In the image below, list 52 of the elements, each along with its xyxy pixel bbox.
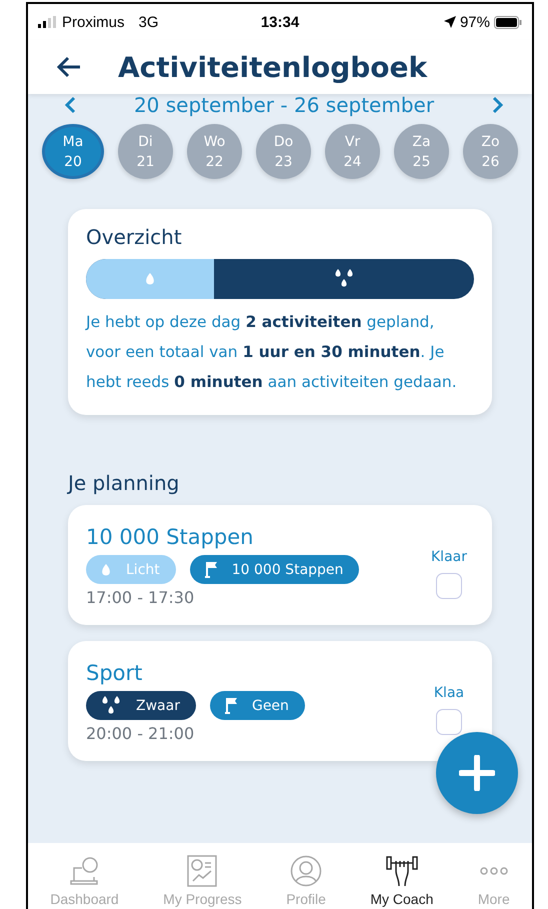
- day-button[interactable]: Ma 20: [42, 124, 104, 179]
- drops-icon: [100, 694, 122, 716]
- tab-bar-item[interactable]: Profile: [282, 855, 330, 907]
- drop-icon: [144, 271, 156, 287]
- signal-icon: [38, 16, 56, 28]
- tab-bar-item[interactable]: More: [474, 855, 514, 907]
- done-label: Klaa: [434, 685, 464, 701]
- drop-icon: [100, 562, 112, 578]
- overview-title: Overzicht: [86, 225, 183, 249]
- goal-tag: Geen: [210, 691, 305, 720]
- clock: 13:34: [260, 14, 300, 30]
- tab-bar-item[interactable]: My Coach: [366, 855, 438, 907]
- week-range: 20 september - 26 september: [134, 93, 434, 117]
- activity-card[interactable]: 10 000 Stappen Licht 10 000 Stappen 17:00 - 17:30 Klaar: [68, 505, 492, 625]
- activity-title: 10 000 Stappen: [86, 525, 254, 549]
- location-arrow-icon: [444, 16, 456, 28]
- profile-icon: [290, 855, 322, 887]
- overview-text: Je hebt op deze dag 2 activiteiten gepland, voor een totaal van 1 uur en 30 minuten. Je hebt reeds 0 minuten aan activiteiten gedaan.: [86, 312, 458, 393]
- day-button[interactable]: Do 23: [256, 124, 311, 179]
- day-button[interactable]: Wo 22: [187, 124, 242, 179]
- activity-title: Sport: [86, 661, 144, 685]
- day-button[interactable]: Di 21: [118, 124, 173, 179]
- day-button[interactable]: Za 25: [394, 124, 449, 179]
- activity-time: 20:00 - 21:00: [86, 724, 196, 743]
- network-type: 3G: [138, 14, 159, 30]
- next-week-icon[interactable]: [492, 96, 504, 114]
- tab-bar-item[interactable]: Dashboard: [46, 855, 123, 907]
- more-icon: [480, 867, 508, 875]
- planning-title: Je planning: [68, 471, 180, 495]
- carrier-name: Proximus: [62, 14, 125, 30]
- battery-icon: [494, 16, 522, 28]
- day-button[interactable]: Vr 24: [325, 124, 380, 179]
- activity-time: 17:00 - 17:30: [86, 588, 196, 607]
- done-label: Klaar: [431, 549, 467, 565]
- goal-tag: 10 000 Stappen: [190, 555, 360, 584]
- flag-icon: [204, 560, 218, 578]
- day-button[interactable]: Zo 26: [463, 124, 518, 179]
- page-title: Activiteitenlogboek: [118, 50, 428, 84]
- plus-icon: [459, 755, 495, 791]
- flag-icon: [224, 696, 238, 714]
- back-arrow-icon[interactable]: [56, 56, 82, 78]
- activity-card[interactable]: Sport Zwaar Geen 20:00 - 21:00 Klaa: [68, 641, 492, 761]
- previous-week-icon[interactable]: [64, 96, 76, 114]
- tab-bar-item[interactable]: My Progress: [159, 855, 246, 907]
- done-checkbox[interactable]: [436, 709, 462, 735]
- intensity-tag: Zwaar: [86, 691, 196, 720]
- report-chart-icon: [187, 855, 218, 887]
- intensity-tag: Licht: [86, 555, 176, 584]
- done-checkbox[interactable]: [436, 573, 462, 599]
- battery-percentage: 97%: [460, 14, 490, 30]
- add-button[interactable]: [436, 732, 518, 814]
- dumbbell-hand-icon: [386, 855, 418, 887]
